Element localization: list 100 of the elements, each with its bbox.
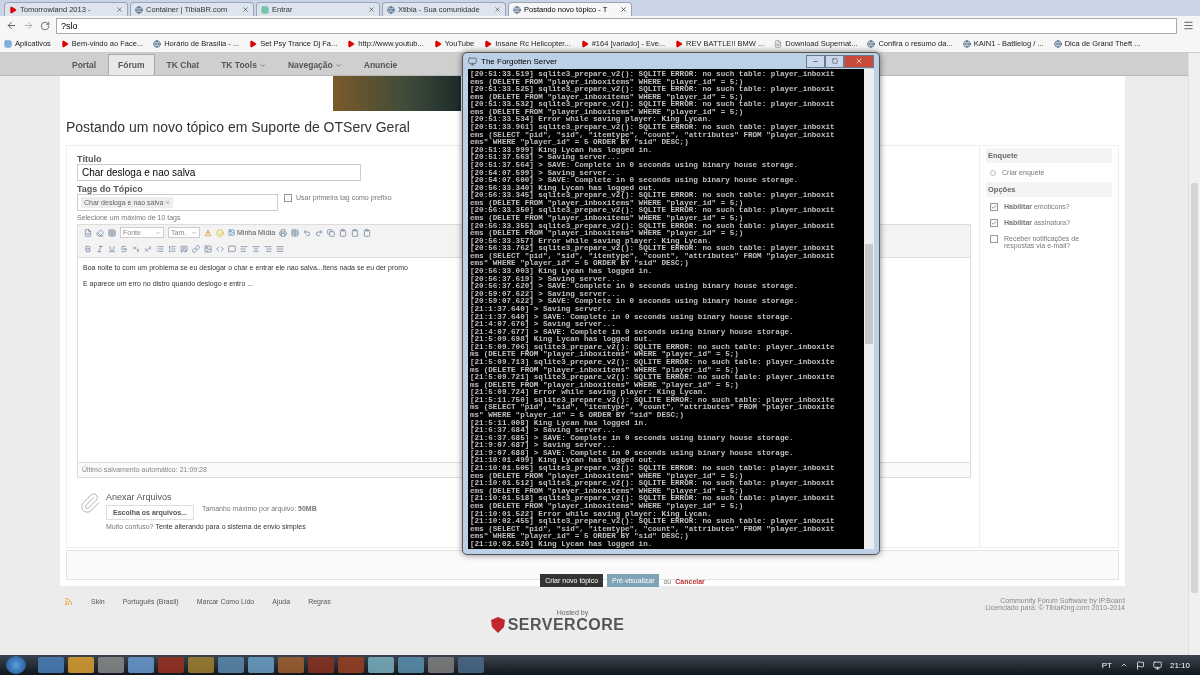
taskbar-button[interactable] bbox=[98, 657, 124, 673]
option-checkbox[interactable] bbox=[990, 234, 998, 243]
option-checkbox[interactable] bbox=[990, 202, 998, 211]
taskbar-button[interactable] bbox=[128, 657, 154, 673]
nav-tab[interactable]: Navegação bbox=[277, 54, 352, 75]
nav-tab[interactable]: Portal bbox=[62, 54, 107, 75]
minimize-button[interactable] bbox=[806, 54, 825, 68]
globe-icon bbox=[135, 5, 143, 14]
redo-icon[interactable] bbox=[315, 228, 324, 237]
italic-icon[interactable] bbox=[96, 244, 104, 253]
code-icon[interactable] bbox=[216, 244, 224, 253]
language-indicator[interactable]: PT bbox=[1101, 660, 1112, 670]
taskbar-button[interactable] bbox=[308, 657, 334, 673]
forward-icon[interactable] bbox=[23, 20, 34, 31]
play-icon bbox=[60, 39, 69, 48]
close-icon[interactable] bbox=[116, 6, 123, 13]
title-input[interactable]: Char desloga e nao salva bbox=[77, 163, 361, 181]
check-icon bbox=[991, 203, 997, 210]
taskbar-button[interactable] bbox=[158, 657, 184, 673]
attach-heading: Anexar Arquivos bbox=[106, 491, 173, 502]
close-button[interactable] bbox=[844, 54, 874, 68]
taskbar-button[interactable] bbox=[218, 657, 244, 673]
reload-icon[interactable] bbox=[40, 20, 50, 31]
taskbar-button[interactable] bbox=[458, 657, 484, 673]
menu-icon[interactable] bbox=[1183, 20, 1194, 31]
globe-icon bbox=[387, 5, 395, 14]
start-button[interactable] bbox=[6, 656, 26, 674]
subscript-icon[interactable] bbox=[132, 244, 140, 253]
quote-icon[interactable] bbox=[180, 244, 188, 253]
page-icon bbox=[774, 39, 783, 48]
strikethrough-icon[interactable] bbox=[120, 244, 128, 253]
option-checkbox[interactable] bbox=[990, 218, 998, 227]
flag-icon[interactable] bbox=[1135, 660, 1145, 670]
caret-icon bbox=[258, 61, 266, 69]
play-icon bbox=[347, 39, 356, 48]
source-icon[interactable] bbox=[84, 228, 92, 237]
smiley-icon[interactable] bbox=[216, 228, 224, 237]
caret-icon bbox=[155, 229, 161, 236]
host-brand: SERVERCORE bbox=[507, 616, 625, 634]
paste-icon[interactable] bbox=[339, 228, 348, 237]
app-icon bbox=[468, 56, 477, 66]
taskbar-button[interactable] bbox=[368, 657, 394, 673]
console-scrollbar[interactable] bbox=[864, 69, 874, 549]
text-color-icon[interactable] bbox=[204, 228, 212, 237]
paperclip-icon bbox=[79, 491, 101, 514]
globe-icon bbox=[1053, 39, 1062, 48]
taskbar-button[interactable] bbox=[338, 657, 364, 673]
eraser-icon[interactable] bbox=[96, 228, 104, 237]
play-icon bbox=[675, 39, 684, 48]
page-scrollbar[interactable] bbox=[1188, 53, 1200, 655]
maximize-button[interactable] bbox=[825, 54, 844, 68]
align-left-icon[interactable] bbox=[240, 244, 248, 253]
window-title: The Forgotten Server bbox=[481, 56, 558, 66]
field-label: Título bbox=[77, 153, 102, 164]
paste-icon[interactable] bbox=[351, 228, 360, 237]
taskbar-button[interactable] bbox=[278, 657, 304, 673]
align-right-icon[interactable] bbox=[264, 244, 272, 253]
play-icon bbox=[580, 39, 589, 48]
close-icon[interactable] bbox=[494, 6, 501, 13]
check-icon bbox=[991, 219, 997, 226]
address-field[interactable]: ?slo bbox=[56, 17, 1177, 34]
taskbar-button[interactable] bbox=[68, 657, 94, 673]
underline-icon[interactable] bbox=[108, 244, 116, 253]
clock[interactable]: 21:10 bbox=[1169, 660, 1190, 670]
taskbar-button[interactable] bbox=[248, 657, 274, 673]
prefix-checkbox[interactable] bbox=[284, 193, 292, 202]
maximize-icon bbox=[831, 58, 838, 64]
play-icon bbox=[433, 39, 442, 48]
taskbar-button[interactable] bbox=[428, 657, 454, 673]
bold-icon[interactable] bbox=[84, 244, 92, 253]
taskbar-button[interactable] bbox=[38, 657, 64, 673]
globe-icon bbox=[962, 39, 971, 48]
list-icon[interactable] bbox=[156, 244, 164, 253]
back-icon[interactable] bbox=[6, 20, 17, 31]
globe-icon bbox=[153, 39, 162, 48]
numbered-list-icon[interactable] bbox=[168, 244, 176, 253]
nav-tab[interactable]: TK Tools bbox=[211, 54, 276, 75]
align-justify-icon[interactable] bbox=[276, 244, 284, 253]
speech-bubble-icon[interactable] bbox=[228, 244, 236, 253]
taskbar-button[interactable] bbox=[398, 657, 424, 673]
page-heading: Postando um novo tópico em Suporte de OTServ Geral bbox=[66, 118, 410, 135]
remove-icon[interactable] bbox=[165, 199, 171, 205]
printer-icon[interactable] bbox=[279, 228, 288, 237]
nav-tab[interactable]: TK Chat bbox=[156, 54, 210, 75]
nav-tab[interactable]: Fórum bbox=[108, 54, 155, 75]
taskbar-button[interactable] bbox=[188, 657, 214, 673]
link-icon[interactable] bbox=[192, 244, 200, 253]
nav-tab[interactable]: Anuncie bbox=[353, 54, 408, 75]
image-icon[interactable] bbox=[204, 244, 212, 253]
play-icon bbox=[484, 39, 493, 48]
align-center-icon[interactable] bbox=[252, 244, 260, 253]
copy-icon[interactable] bbox=[327, 228, 336, 237]
paste-icon[interactable] bbox=[363, 228, 372, 237]
network-icon[interactable] bbox=[1152, 660, 1162, 670]
close-icon[interactable] bbox=[620, 6, 627, 13]
close-icon[interactable] bbox=[242, 6, 249, 13]
undo-icon[interactable] bbox=[303, 228, 312, 237]
rss-icon[interactable] bbox=[64, 597, 73, 606]
close-icon[interactable] bbox=[368, 6, 375, 13]
superscript-icon[interactable] bbox=[144, 244, 152, 253]
